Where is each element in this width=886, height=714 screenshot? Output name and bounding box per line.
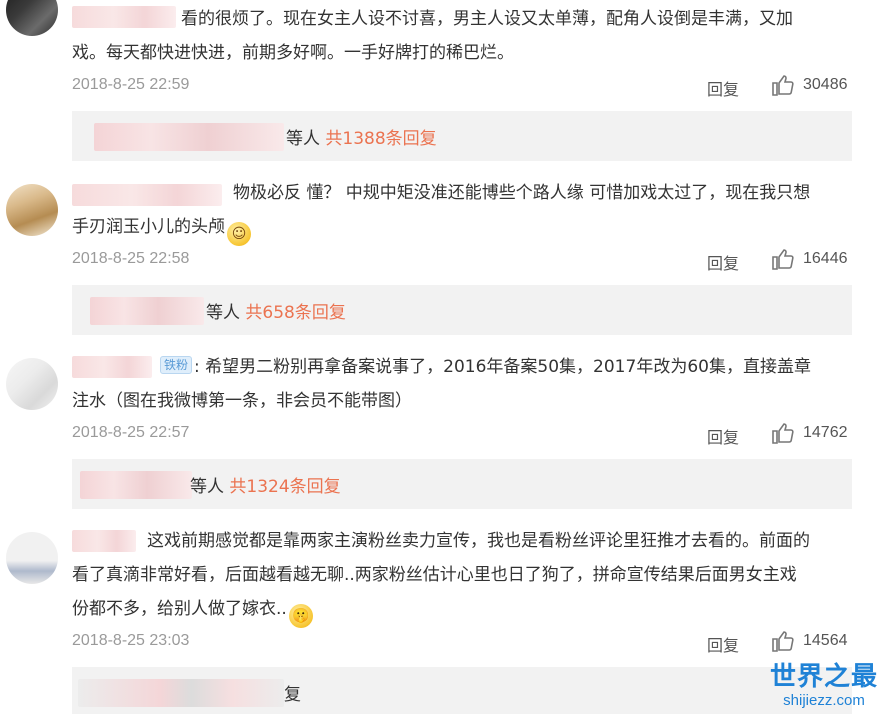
comment-time: 2018-8-25 23:03 bbox=[72, 632, 190, 649]
comment-text-line3: 份都不多，给别人做了嫁衣.. 🤫 bbox=[72, 592, 313, 628]
reply-summary[interactable]: 复 bbox=[72, 667, 852, 714]
comment-text-line1: 看的很烦了。现在女主人设不讨喜，男主人设又太单薄，配角人设倒是丰满，又加 bbox=[181, 9, 793, 29]
comment-text-line2: 注水（图在我微博第一条，非会员不能带图） bbox=[72, 391, 412, 411]
comment-time: 2018-8-25 22:59 bbox=[72, 76, 190, 93]
thumbs-up-icon[interactable] bbox=[771, 630, 795, 652]
badge-colon: : bbox=[194, 357, 206, 377]
comment-time: 2018-8-25 22:58 bbox=[72, 250, 190, 267]
comment-text-line2: 看了真滴非常好看，后面越看越无聊..两家粉丝估计心里也日了狗了，拼命宣传结果后面… bbox=[72, 565, 797, 585]
shush-emoji-icon: 🤫 bbox=[288, 604, 313, 628]
avatar[interactable] bbox=[6, 184, 58, 236]
comment-text-line2-content: 手刃润玉小儿的头颅 bbox=[72, 217, 225, 237]
reply-button[interactable]: 回复 bbox=[707, 424, 739, 448]
replier-names-blurred bbox=[80, 471, 192, 499]
reply-button[interactable]: 回复 bbox=[707, 632, 739, 656]
avatar[interactable] bbox=[6, 0, 58, 36]
replier-names-blurred bbox=[90, 297, 204, 325]
comment-text-line1: 这戏前期感觉都是靠两家主演粉丝卖力宣传，我也是看粉丝评论里狂推才去看的。前面的 bbox=[147, 531, 810, 551]
username-blurred[interactable] bbox=[72, 356, 152, 378]
replies-prefix: 等人 bbox=[206, 303, 240, 323]
reply-summary[interactable]: 等人 共1388条回复 bbox=[72, 111, 852, 161]
replies-count: 共658条回复 bbox=[245, 303, 346, 323]
like-count: 30486 bbox=[803, 76, 848, 93]
comment-text-line2: 手刃润玉小儿的头颅 ☺ bbox=[72, 210, 251, 246]
comment-text-line1: 物极必反 懂？ 中规中矩没准还能博些个路人缘 可惜加戏太过了，现在我只想 bbox=[233, 183, 811, 203]
replier-names-blurred bbox=[94, 123, 284, 151]
reply-summary-text: 等人 共1388条回复 bbox=[286, 124, 437, 149]
comment-text-line1-content: 希望男二粉别再拿备案说事了，2016年备案50集，2017年改为60集，直接盖章 bbox=[205, 357, 811, 377]
thumbs-up-icon[interactable] bbox=[771, 74, 795, 96]
smile-emoji-icon: ☺ bbox=[227, 222, 251, 246]
reply-summary-text: 等人 共658条回复 bbox=[206, 298, 346, 323]
like-count: 14564 bbox=[803, 632, 848, 649]
fan-badge[interactable]: 铁粉 bbox=[160, 356, 193, 374]
username-blurred[interactable] bbox=[72, 184, 222, 206]
like-count: 14762 bbox=[803, 424, 848, 441]
username-blurred[interactable] bbox=[72, 530, 136, 552]
replies-count: 共1388条回复 bbox=[325, 129, 437, 149]
comment-time: 2018-8-25 22:57 bbox=[72, 424, 190, 441]
reply-button[interactable]: 回复 bbox=[707, 250, 739, 274]
avatar[interactable] bbox=[6, 358, 58, 410]
reply-button[interactable]: 回复 bbox=[707, 76, 739, 100]
thumbs-up-icon[interactable] bbox=[771, 248, 795, 270]
reply-summary-text: 等人 共1324条回复 bbox=[190, 472, 341, 497]
comment-text-line3-content: 份都不多，给别人做了嫁衣.. bbox=[72, 599, 287, 619]
replier-names-blurred bbox=[78, 679, 284, 707]
comment-text-line1: 铁粉: 希望男二粉别再拿备案说事了，2016年备案50集，2017年改为60集，… bbox=[160, 350, 811, 384]
reply-summary-text: 复 bbox=[284, 685, 301, 705]
thumbs-up-icon[interactable] bbox=[771, 422, 795, 444]
site-watermark: 世界之最 shijiezz.com bbox=[770, 662, 878, 710]
reply-summary[interactable]: 等人 共658条回复 bbox=[72, 285, 852, 335]
reply-summary[interactable]: 等人 共1324条回复 bbox=[72, 459, 852, 509]
avatar[interactable] bbox=[6, 532, 58, 584]
replies-prefix: 等人 bbox=[286, 129, 320, 149]
watermark-title: 世界之最 bbox=[769, 662, 878, 692]
replies-prefix: 等人 bbox=[190, 477, 224, 497]
username-blurred[interactable] bbox=[72, 6, 176, 28]
like-count: 16446 bbox=[803, 250, 848, 267]
watermark-url: shijiezz.com bbox=[783, 692, 865, 709]
comment-text-line2: 戏。每天都快进快进，前期多好啊。一手好牌打的稀巴烂。 bbox=[72, 43, 514, 63]
replies-count: 共1324条回复 bbox=[229, 477, 341, 497]
